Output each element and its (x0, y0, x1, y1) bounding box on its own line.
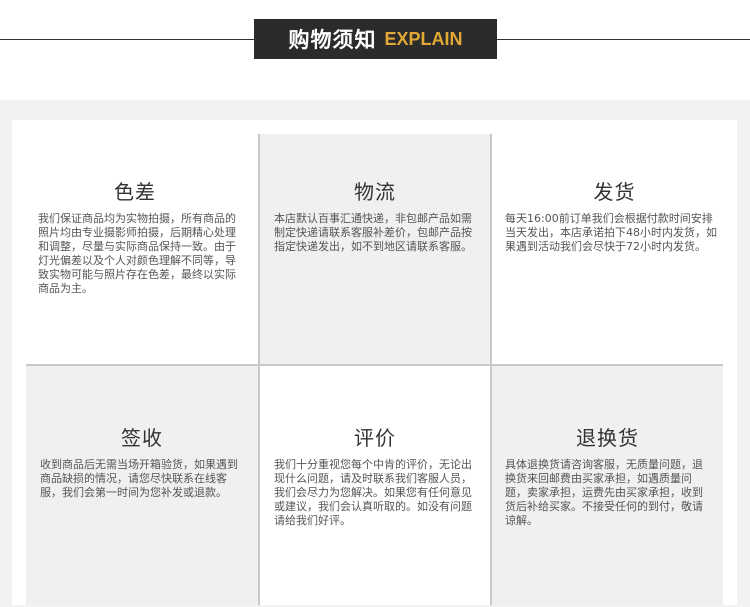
info-card-color-difference: 色差 我们保证商品均为实物拍摄，所有商品的照片均由专业摄影师拍摄，后期精心处理和… (12, 120, 258, 364)
grid-divider-vertical (258, 134, 260, 605)
grid-divider-vertical (490, 134, 492, 605)
info-card-receipt: 签收 收到商品后无需当场开箱验货，如果遇到商品缺损的情况，请您尽快联系在线客服，… (26, 366, 258, 605)
info-card-shipping: 发货 每天16:00前订单我们会根据付款时间安排当天发出，本店承诺拍下48小时内… (492, 120, 737, 364)
card-text: 每天16:00前订单我们会根据付款时间安排当天发出，本店承诺拍下48小时内发货，… (505, 212, 717, 253)
info-grid: 色差 我们保证商品均为实物拍摄，所有商品的照片均由专业摄影师拍摄，后期精心处理和… (12, 120, 737, 605)
card-text: 我们十分重视您每个中肯的评价，无论出现什么问题，请及时联系我们客服人员，我们会尽… (274, 458, 472, 527)
card-text: 我们保证商品均为实物拍摄，所有商品的照片均由专业摄影师拍摄，后期精心处理和调整，… (38, 212, 236, 295)
page-header: 购物须知 EXPLAIN (0, 0, 750, 100)
info-card-returns: 退换货 具体退换货请咨询客服，无质量问题，退换货来回邮费由买家承担，如遇质量问题… (492, 366, 723, 605)
header-title-en: EXPLAIN (384, 28, 463, 49)
header-title-cn: 购物须知 (288, 28, 377, 52)
card-text: 本店默认百事汇通快递，非包邮产品如需制定快递请联系客服补差价，包邮产品按指定快递… (274, 212, 472, 253)
grid-divider-horizontal (26, 364, 723, 366)
card-title: 签收 (121, 426, 163, 450)
card-title: 色差 (114, 180, 156, 204)
card-title: 发货 (593, 180, 636, 204)
card-title: 退换货 (576, 426, 639, 450)
header-title-box: 购物须知 EXPLAIN (254, 19, 497, 59)
info-card-logistics: 物流 本店默认百事汇通快递，非包邮产品如需制定快递请联系客服补差价，包邮产品按指… (260, 134, 490, 364)
card-text: 具体退换货请咨询客服，无质量问题，退换货来回邮费由买家承担，如遇质量问题，卖家承… (505, 458, 703, 527)
info-card-review: 评价 我们十分重视您每个中肯的评价，无论出现什么问题，请及时联系我们客服人员，我… (260, 366, 490, 605)
card-text: 收到商品后无需当场开箱验货，如果遇到商品缺损的情况，请您尽快联系在线客服，我们会… (40, 458, 238, 499)
card-title: 评价 (354, 426, 396, 450)
card-title: 物流 (354, 180, 396, 204)
